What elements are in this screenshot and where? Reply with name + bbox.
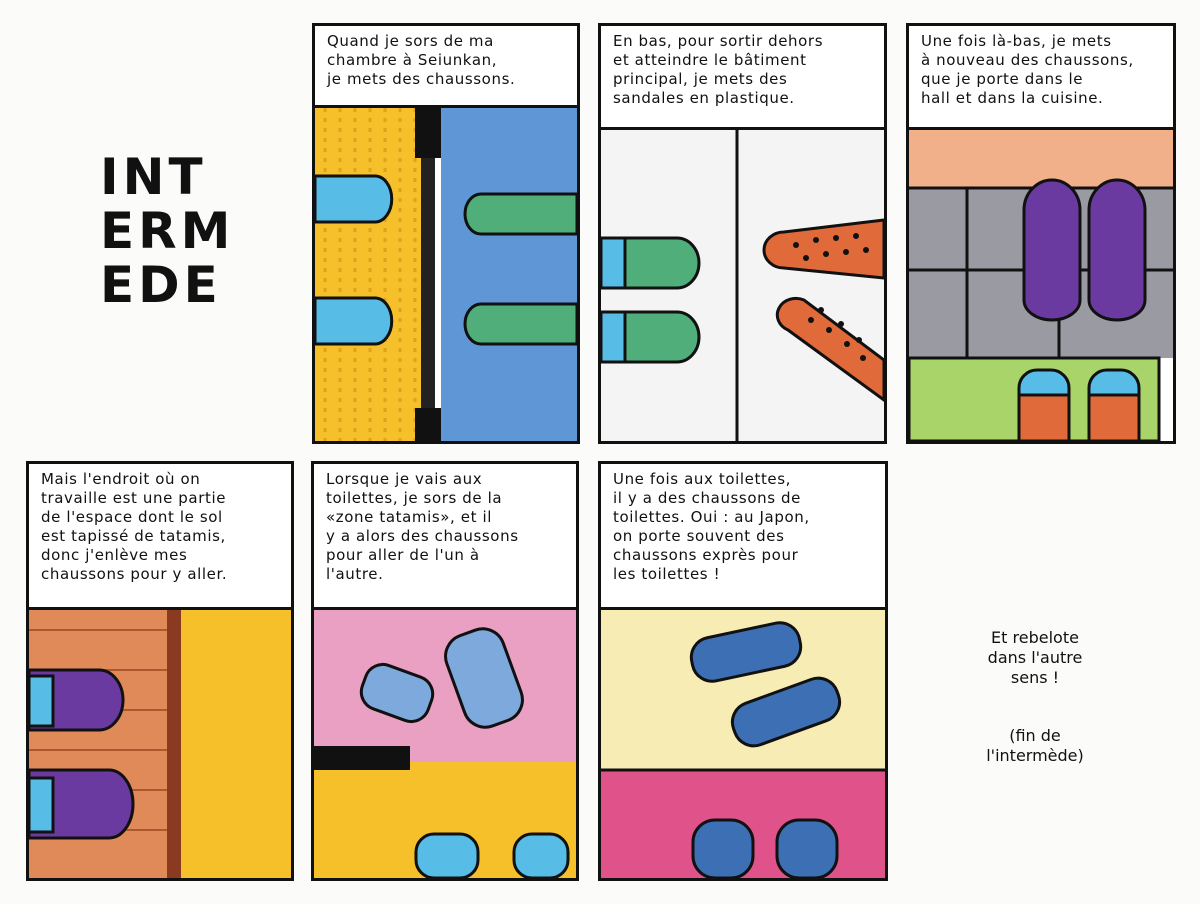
outdoor-sandals-drawing bbox=[601, 130, 884, 441]
panel-2: En bas, pour sortir dehors et atteindre … bbox=[598, 23, 887, 444]
outro-line-1: Et rebelote dans l'autre sens ! bbox=[987, 628, 1083, 687]
toilet-slippers-drawing bbox=[601, 610, 885, 878]
panel-2-caption: En bas, pour sortir dehors et atteindre … bbox=[601, 26, 884, 130]
panel-3-caption: Une fois là-bas, je mets à nouveau des c… bbox=[909, 26, 1173, 130]
panel-6: Une fois aux toilettes, il y a des chaus… bbox=[598, 461, 888, 881]
title-line-2: ERM bbox=[100, 202, 235, 260]
comic-title: INT ERM EDE bbox=[100, 150, 230, 312]
title-line-1: INT bbox=[100, 148, 207, 206]
title-line-3: EDE bbox=[100, 256, 222, 314]
panel-5-illustration bbox=[314, 610, 576, 878]
panel-1-caption: Quand je sors de ma chambre à Seiunkan, … bbox=[315, 26, 577, 108]
panel-2-illustration bbox=[601, 130, 884, 441]
panel-6-illustration bbox=[601, 610, 885, 878]
panel-5: Lorsque je vais aux toilettes, je sors d… bbox=[311, 461, 579, 881]
panel-1: Quand je sors de ma chambre à Seiunkan, … bbox=[312, 23, 580, 444]
panel-6-caption: Une fois aux toilettes, il y a des chaus… bbox=[601, 464, 885, 610]
panel-4: Mais l'endroit où on travaille est une p… bbox=[26, 461, 294, 881]
panel-3: Une fois là-bas, je mets à nouveau des c… bbox=[906, 23, 1176, 444]
panel-4-caption: Mais l'endroit où on travaille est une p… bbox=[29, 464, 291, 610]
panel-3-illustration bbox=[909, 130, 1173, 441]
panel-1-illustration bbox=[315, 108, 577, 441]
tatami-entrance-drawing bbox=[29, 610, 291, 878]
panel-4-illustration bbox=[29, 610, 291, 878]
outro-line-2: (fin de l'intermède) bbox=[986, 726, 1084, 765]
hall-slippers-drawing bbox=[909, 130, 1173, 441]
toilet-corridor-drawing bbox=[314, 610, 576, 878]
room-exit-slippers-drawing bbox=[315, 108, 577, 441]
outro-text: Et rebelote dans l'autre sens ! (fin de … bbox=[930, 608, 1140, 804]
panel-5-caption: Lorsque je vais aux toilettes, je sors d… bbox=[314, 464, 576, 610]
